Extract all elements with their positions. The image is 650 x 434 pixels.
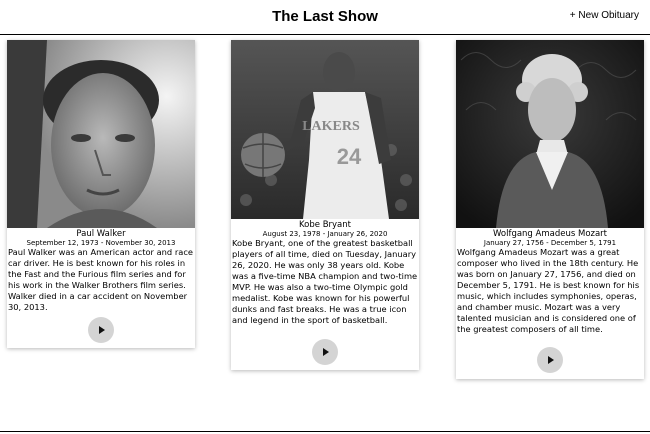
obituary-name: Wolfgang Amadeus Mozart xyxy=(492,229,608,239)
obituary-description: Kobe Bryant, one of the greatest basketb… xyxy=(232,238,418,325)
svg-text:24: 24 xyxy=(337,144,362,169)
obituary-name: Paul Walker xyxy=(76,229,126,239)
obituary-dates: January 27, 1756 - December 5, 1791 xyxy=(483,239,617,247)
play-icon xyxy=(99,326,105,334)
obituary-description: Wolfgang Amadeus Mozart was a great comp… xyxy=(457,247,640,334)
obituary-dates: August 23, 1978 - January 26, 2020 xyxy=(262,230,388,238)
obituary-card-paul-walker[interactable]: Paul Walker September 12, 1973 - Novembe… xyxy=(7,40,195,348)
play-button[interactable] xyxy=(537,347,563,373)
portrait-photo xyxy=(7,40,195,228)
app-header: The Last Show + New Obituary xyxy=(0,0,650,34)
obituary-dates: September 12, 1973 - November 30, 2013 xyxy=(26,239,176,247)
play-icon xyxy=(548,356,554,364)
portrait-photo: LAKERS 24 xyxy=(231,40,419,219)
obituary-card-kobe-bryant[interactable]: LAKERS 24 Kobe Bryant August 23, 1978 - … xyxy=(231,40,419,370)
header-divider xyxy=(0,34,650,35)
page-title: The Last Show xyxy=(272,8,378,25)
play-button[interactable] xyxy=(88,317,114,343)
obituary-card-mozart[interactable]: Wolfgang Amadeus Mozart January 27, 1756… xyxy=(456,40,644,379)
portrait-photo xyxy=(456,40,644,228)
obituary-name: Kobe Bryant xyxy=(299,220,351,230)
new-obituary-button[interactable]: + New Obituary xyxy=(570,10,639,21)
obituary-description: Paul Walker was an American actor and ra… xyxy=(8,247,194,312)
play-button[interactable] xyxy=(312,339,338,365)
footer-divider xyxy=(0,431,650,432)
svg-text:LAKERS: LAKERS xyxy=(302,119,360,134)
play-icon xyxy=(323,348,329,356)
